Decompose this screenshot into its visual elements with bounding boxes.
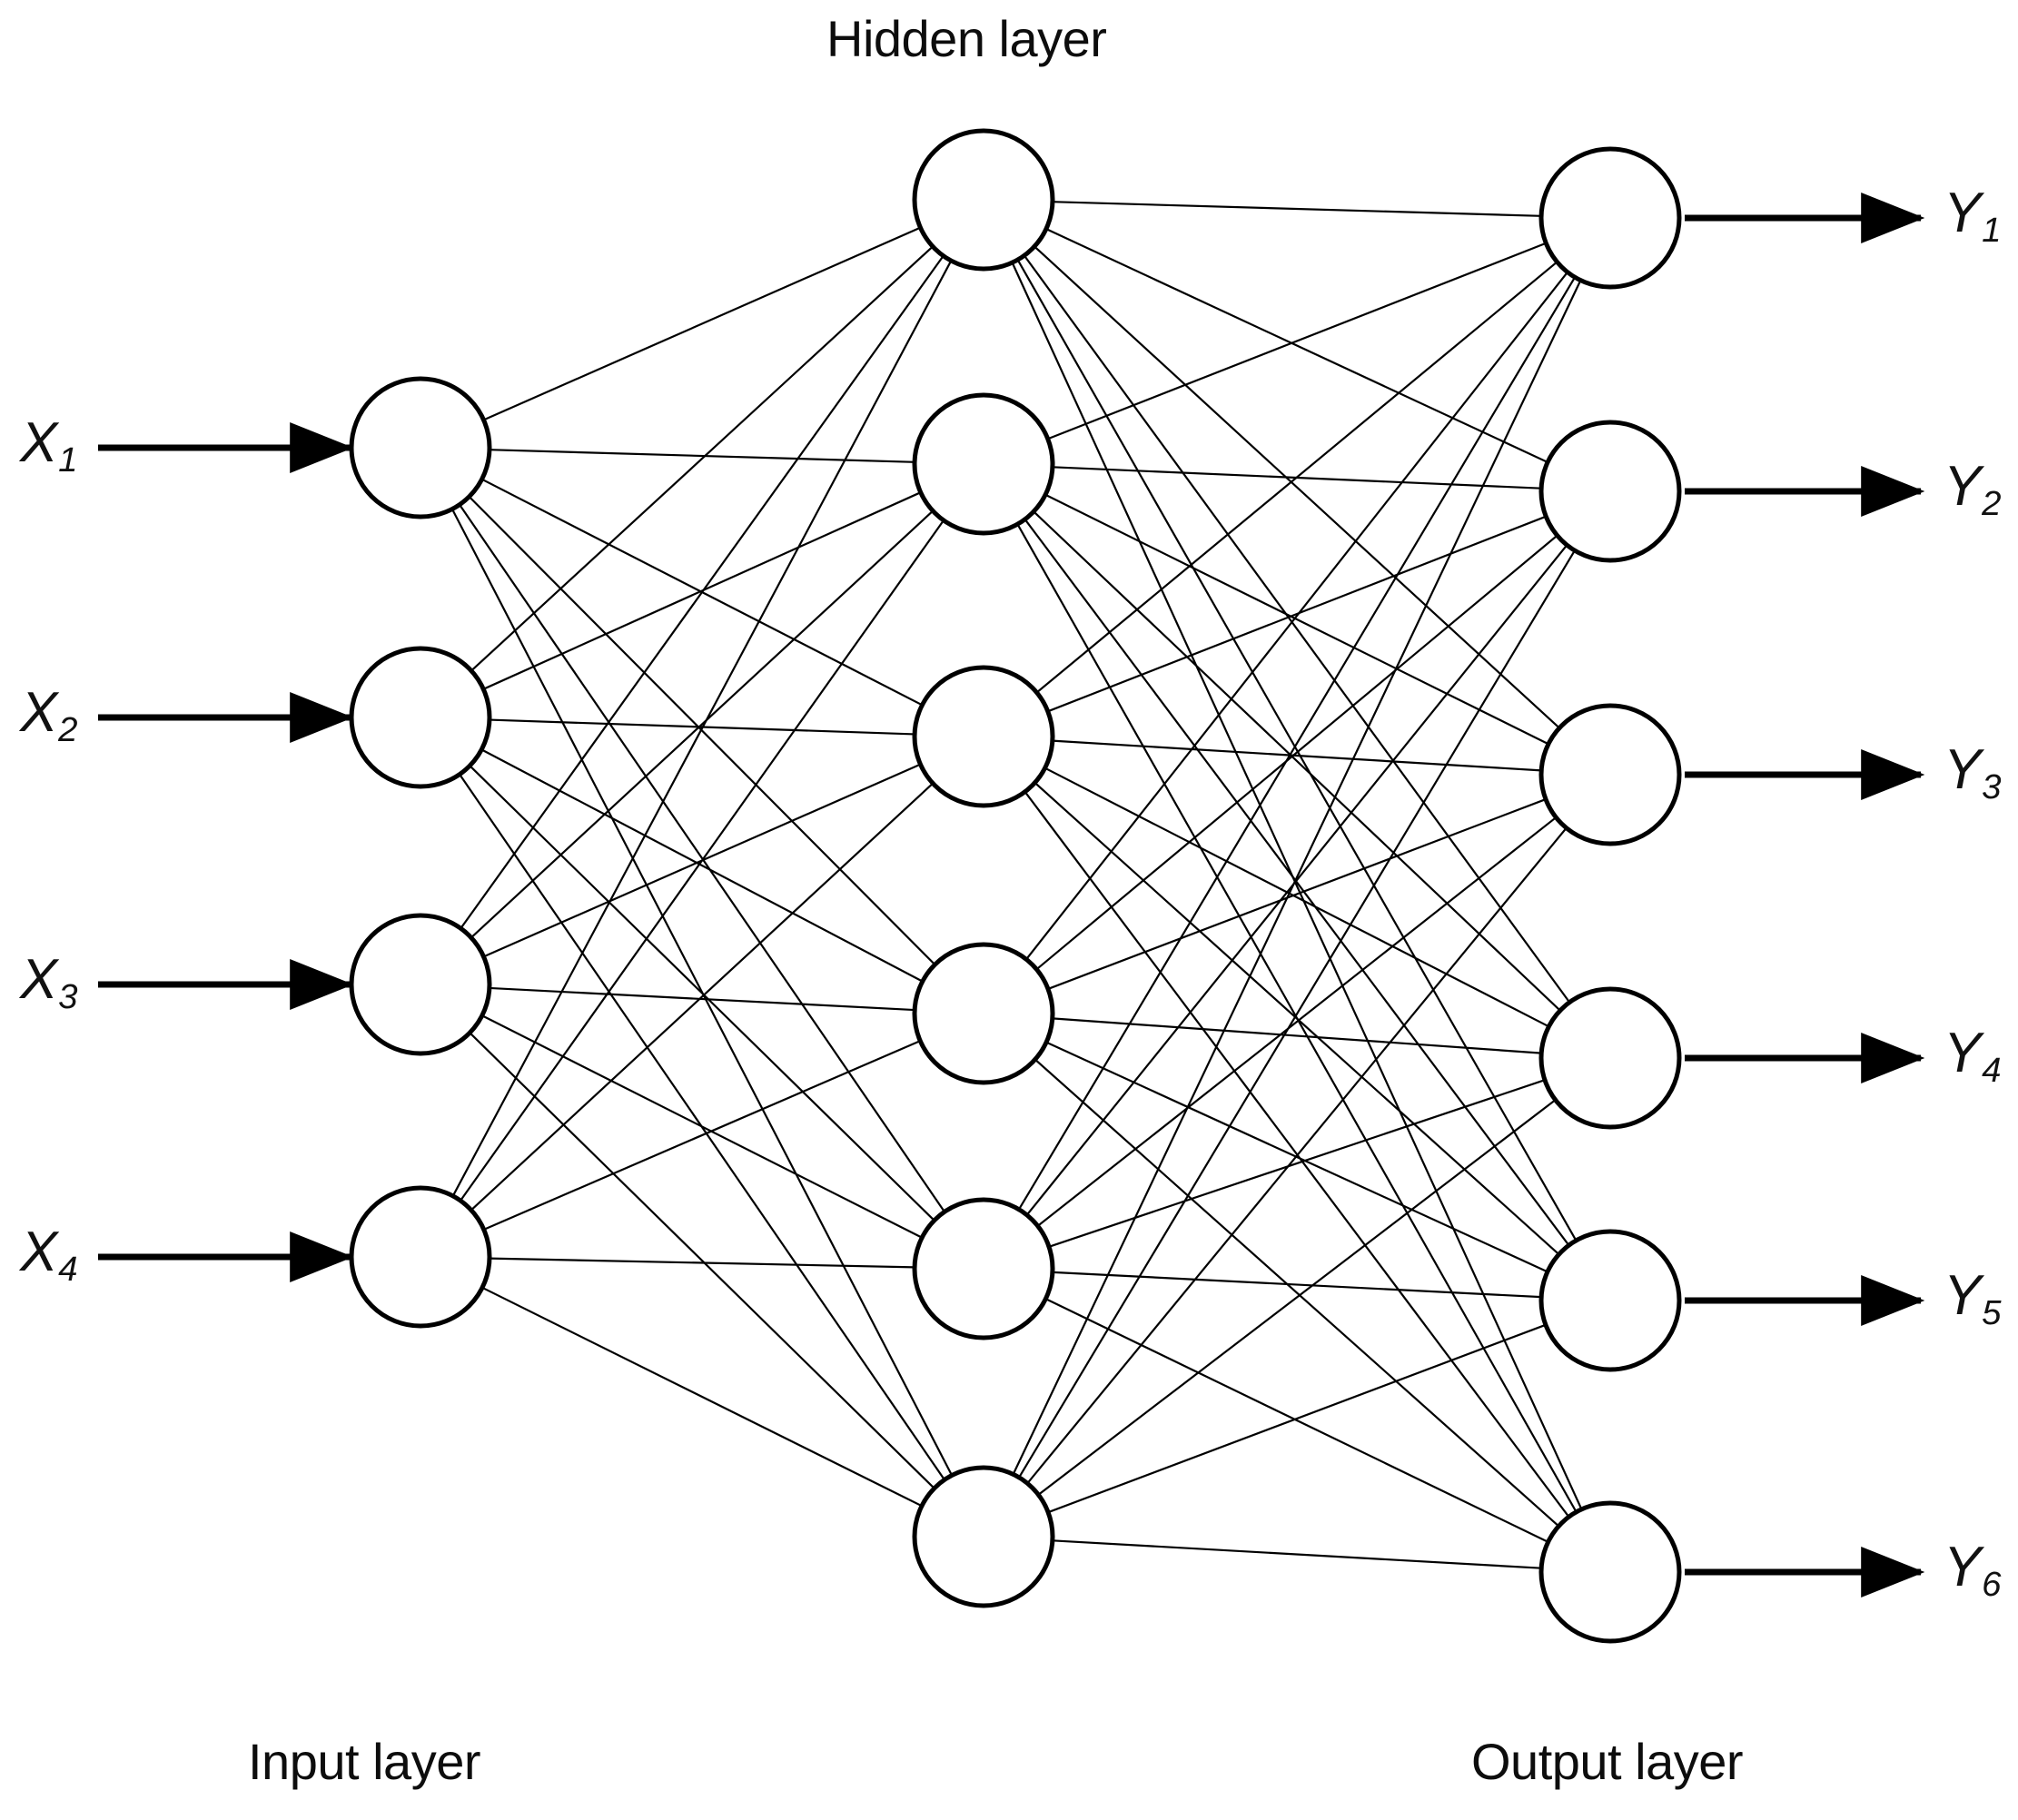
connection-line — [1045, 228, 1548, 463]
connection-line — [489, 449, 915, 463]
output-label-y4-subscript: 4 — [1982, 1050, 2002, 1090]
output-label-y4-base: Y — [1944, 1022, 1982, 1084]
input-label-x4-subscript: 4 — [58, 1249, 78, 1289]
output-label-y5: Y5 — [1944, 1268, 2002, 1330]
connection-line — [1047, 515, 1547, 713]
connection-line — [469, 765, 935, 1222]
connection-line — [1047, 242, 1547, 440]
connection-line — [1052, 1017, 1542, 1054]
input-layer-title: Input layer — [248, 1733, 481, 1790]
input-arrow-group — [98, 422, 354, 1282]
output-label-y3: Y3 — [1944, 742, 2002, 805]
connection-line — [1047, 798, 1547, 990]
output-label-y3-base: Y — [1944, 738, 1982, 801]
input-node-2[interactable] — [349, 646, 492, 789]
connection-line — [470, 245, 934, 672]
output-label-y2-base: Y — [1944, 455, 1982, 518]
connection-line — [1035, 534, 1558, 971]
input-label-x1: X1 — [20, 415, 78, 478]
connection-line — [1026, 827, 1568, 1484]
hidden-node-group — [912, 128, 1055, 1608]
connection-line — [1025, 272, 1568, 960]
connection-line — [470, 509, 934, 939]
hidden-layer-title: Hidden layer — [826, 10, 1107, 67]
connection-line — [1034, 1058, 1559, 1528]
connection-line — [460, 519, 945, 1202]
input-label-x1-base: X — [20, 411, 58, 474]
hidden-node-5[interactable] — [912, 1197, 1055, 1340]
input-node-1[interactable] — [349, 376, 492, 519]
output-label-y6: Y6 — [1944, 1536, 2002, 1602]
output-node-2[interactable] — [1538, 420, 1682, 563]
input-label-x3: X3 — [20, 952, 78, 1014]
input-label-x1-subscript: 1 — [58, 440, 78, 480]
connection-line — [468, 496, 936, 965]
connection-line — [1011, 262, 1583, 1510]
output-node-4[interactable] — [1538, 986, 1682, 1130]
connection-line — [469, 1032, 935, 1489]
input-label-x4: X4 — [20, 1221, 78, 1287]
output-label-y3-subscript: 3 — [1982, 767, 2002, 806]
connection-line — [1025, 544, 1568, 1216]
output-arrow-group — [1685, 193, 1925, 1597]
output-label-y5-subscript: 5 — [1982, 1292, 2002, 1332]
input-label-x3-subscript: 3 — [58, 976, 78, 1016]
input-label-x2-subscript: 2 — [58, 709, 78, 749]
connection-line — [1044, 767, 1549, 1028]
connection-line — [1052, 201, 1542, 217]
hidden-node-4[interactable] — [912, 942, 1055, 1085]
output-label-y6-base: Y — [1944, 1536, 1982, 1598]
connection-line — [1016, 259, 1578, 1241]
connection-line — [483, 1040, 921, 1231]
output-label-y1: Y1 — [1944, 182, 2002, 248]
connection-line — [459, 504, 945, 1212]
input-label-x4-base: X — [20, 1221, 58, 1283]
connection-line — [1034, 782, 1560, 1255]
connection-line — [460, 255, 945, 929]
output-node-3[interactable] — [1538, 703, 1682, 846]
output-node-group — [1538, 146, 1682, 1644]
neural-network-diagram: Hidden layer Input layer Output layer X1… — [0, 0, 2018, 1820]
output-node-6[interactable] — [1538, 1500, 1682, 1644]
hidden-node-6[interactable] — [912, 1465, 1055, 1608]
output-label-y6-subscript: 6 — [1982, 1564, 2002, 1604]
hidden-node-2[interactable] — [912, 392, 1055, 536]
connection-line — [1037, 1099, 1557, 1496]
input-label-x3-base: X — [20, 948, 58, 1011]
output-label-y1-subscript: 1 — [1982, 210, 2002, 250]
connections-hidden-to-output — [1011, 201, 1583, 1569]
connection-line — [1048, 1079, 1546, 1248]
output-node-5[interactable] — [1538, 1229, 1682, 1372]
connection-line — [1044, 1298, 1549, 1543]
connection-line — [1047, 1323, 1547, 1514]
connection-line — [481, 1286, 923, 1508]
output-label-y2: Y2 — [1944, 459, 2002, 521]
connection-line — [480, 748, 924, 983]
output-layer-title: Output layer — [1471, 1733, 1744, 1790]
output-label-y1-base: Y — [1944, 182, 1982, 244]
input-node-group — [349, 376, 492, 1329]
output-node-1[interactable] — [1538, 146, 1682, 290]
input-label-x2-base: X — [20, 681, 58, 744]
output-label-y5-base: Y — [1944, 1264, 1982, 1327]
network-graph-svg — [98, 128, 1925, 1644]
connection-line — [483, 226, 921, 421]
connection-line — [481, 1014, 923, 1239]
input-node-3[interactable] — [349, 913, 492, 1056]
output-label-y4: Y4 — [1944, 1022, 2002, 1088]
input-node-4[interactable] — [349, 1185, 492, 1329]
output-label-y2-subscript: 2 — [1982, 483, 2002, 523]
hidden-node-1[interactable] — [912, 128, 1055, 272]
input-label-x2: X2 — [20, 685, 78, 747]
connection-line — [1052, 1539, 1542, 1569]
connections-input-to-hidden — [450, 226, 954, 1508]
hidden-node-3[interactable] — [912, 665, 1055, 808]
connection-line — [1033, 510, 1561, 1012]
connection-line — [470, 782, 934, 1212]
connection-line — [1034, 245, 1560, 729]
